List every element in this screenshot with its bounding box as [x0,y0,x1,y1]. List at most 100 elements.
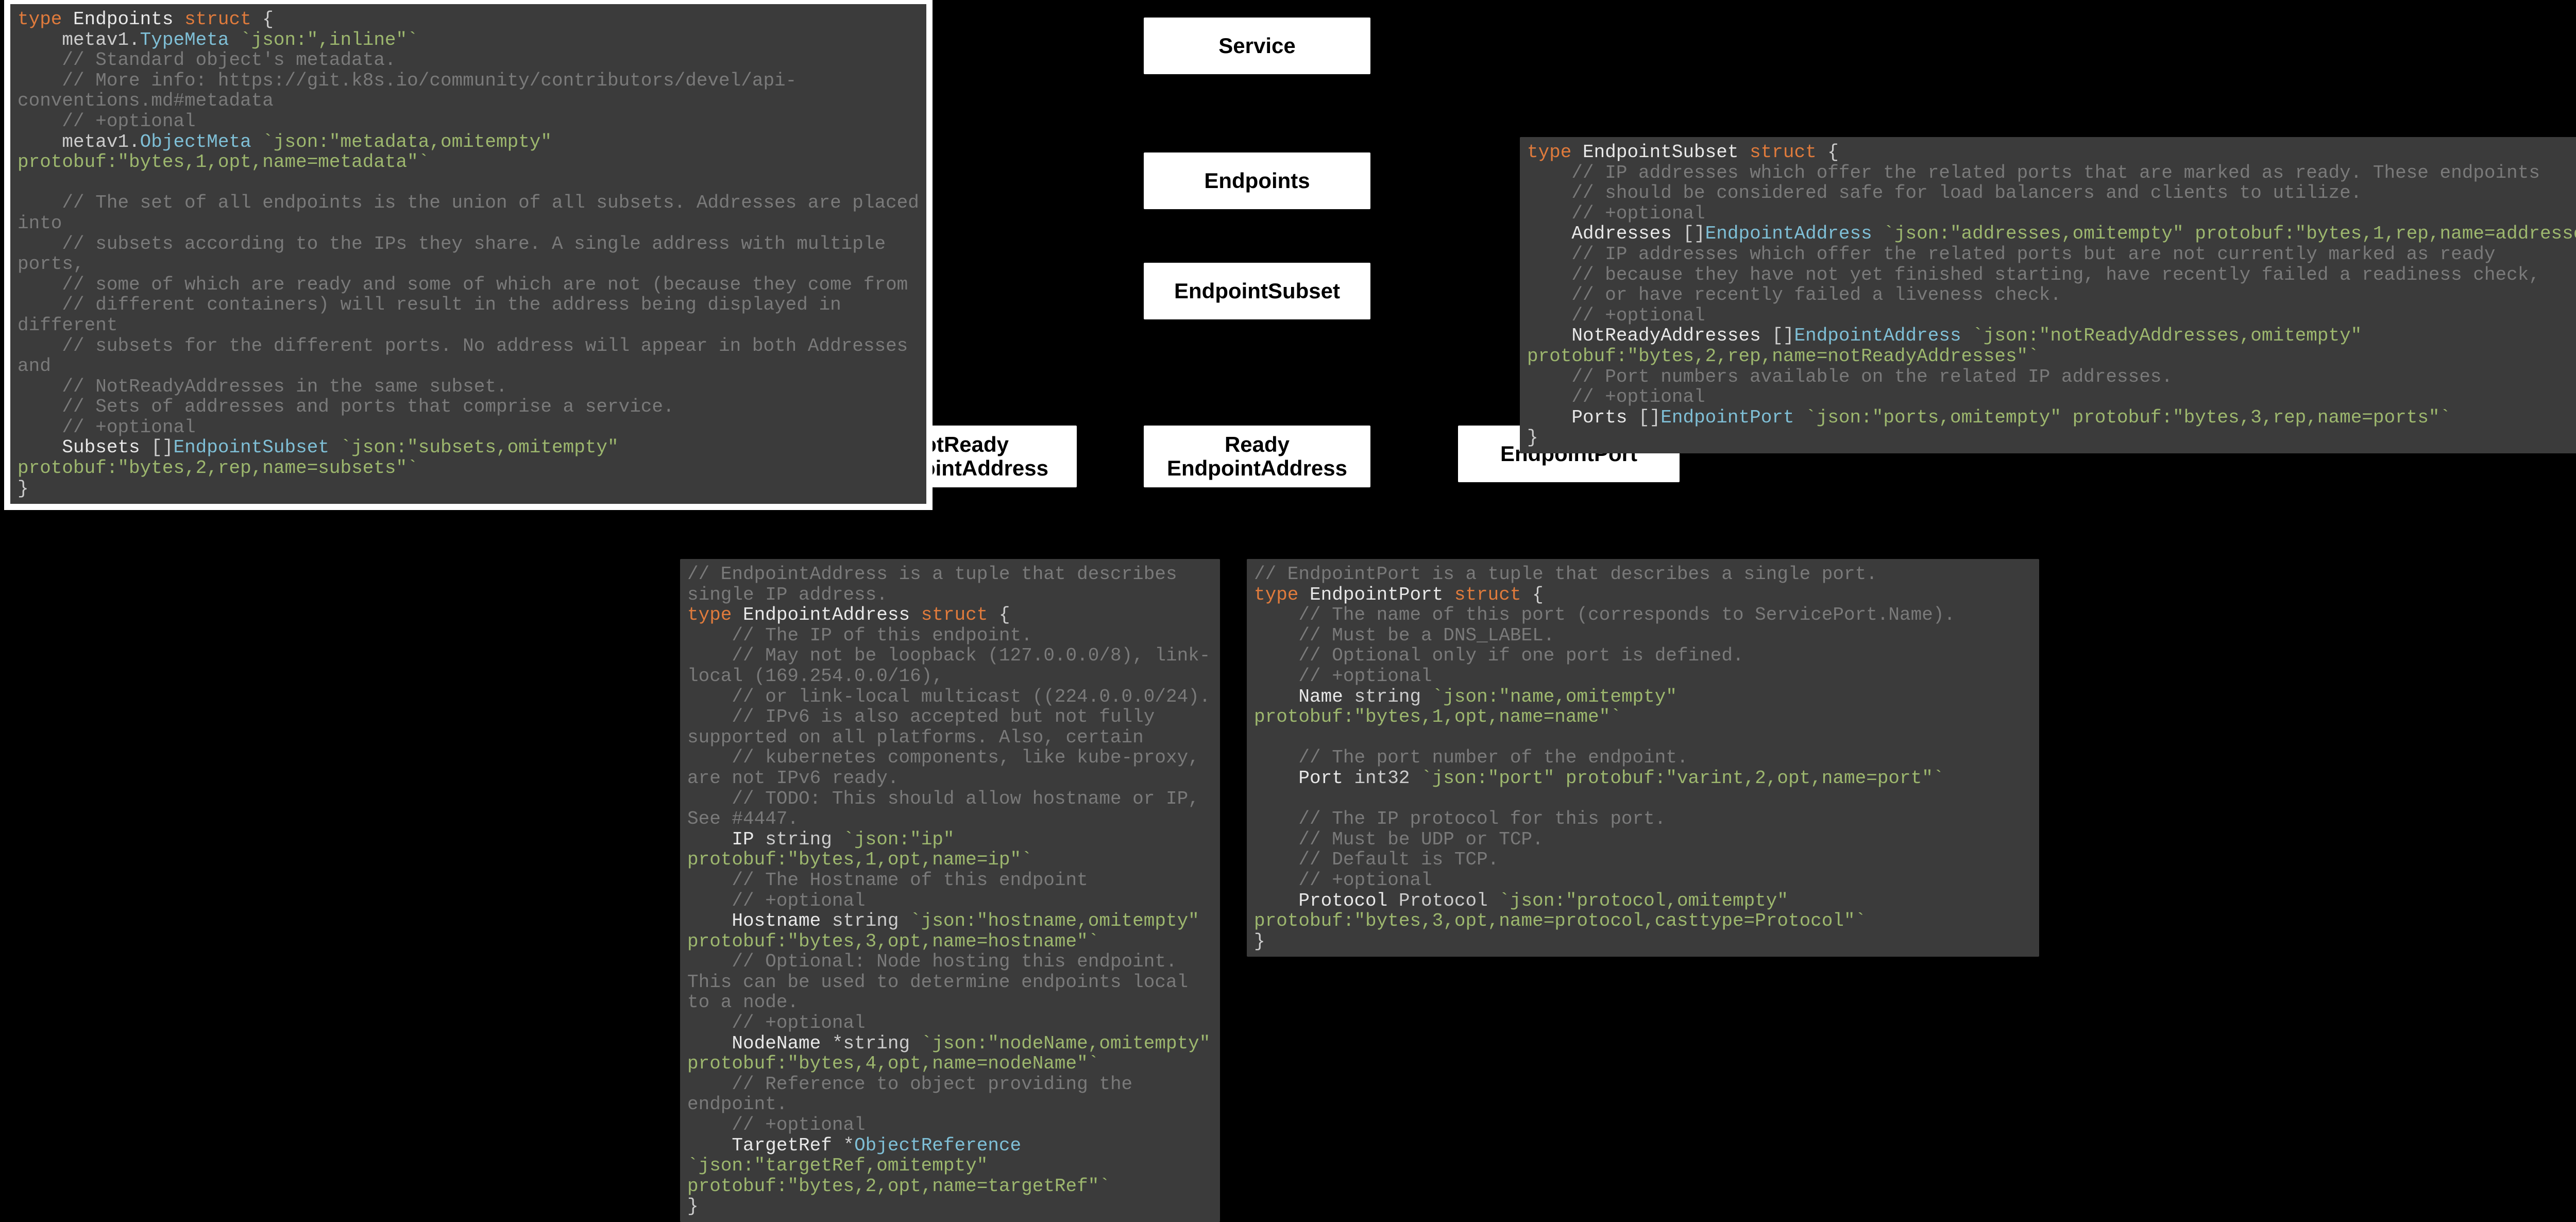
code-comment: // subsets for the different ports. No a… [18,335,919,377]
code-typename: EndpointSubset [1571,142,1750,163]
code-type: EndpointAddress [1794,325,1961,346]
code-text: [] [1627,407,1660,428]
code-comment: // +optional [1254,870,1432,891]
code-comment: // Sets of addresses and ports that comp… [18,396,674,417]
code-tag: `json:"addresses,omitempty" protobuf:"by… [1872,223,2576,244]
code-comment: // The IP protocol for this port. [1254,808,1666,829]
code-typename: EndpointAddress [732,604,921,625]
code-comment: // +optional [18,417,196,438]
code-type: EndpointPort [1660,407,1794,428]
code-text: } [687,1196,699,1217]
code-comment: // IPv6 is also accepted but not fully s… [687,706,1166,748]
code-comment: // +optional [1254,666,1432,687]
code-comment: // More info: https://git.k8s.io/communi… [18,70,796,112]
code-comment: // or have recently failed a liveness ch… [1527,284,2061,306]
code-panel-endpoints: type Endpoints struct { metav1.TypeMeta … [10,4,926,504]
code-keyword: struct [1750,142,1817,163]
label-endpoint-subset: EndpointSubset [1144,263,1370,319]
code-comment: // IP addresses which offer the related … [1527,244,2496,265]
code-keyword: type [18,9,62,30]
code-text: [] [140,437,174,458]
code-comment: // The Hostname of this endpoint [687,870,1088,891]
code-type: EndpointSubset [173,437,329,458]
code-comment: // Port numbers available on the related… [1527,366,2173,387]
code-comment: // Must be UDP or TCP. [1254,829,1544,850]
code-comment: // different containers) will result in … [18,294,852,336]
code-typename: Endpoints [62,9,184,30]
code-comment: // EndpointPort is a tuple that describe… [1254,564,1877,585]
code-comment: // or link-local multicast ((224.0.0.0/2… [687,686,1210,707]
code-field: Addresses [1527,223,1672,244]
code-comment: // The IP of this endpoint. [687,625,1032,646]
code-comment: // IP addresses which offer the related … [1527,162,2540,183]
code-field: Name [1254,686,1343,707]
code-keyword: type [687,604,732,625]
code-keyword: struct [184,9,251,30]
code-comment: // some of which are ready and some of w… [18,274,908,295]
label-service: Service [1144,18,1370,74]
code-comment: // May not be loopback (127.0.0.0/8), li… [687,645,1210,687]
label-endpoints: Endpoints [1144,152,1370,209]
code-text: metav1. [18,29,140,50]
code-type: ObjectMeta [140,131,251,152]
code-type: TypeMeta [140,29,229,50]
code-field: Hostname [687,910,821,931]
code-keyword: type [1527,142,1571,163]
code-field: Subsets [18,437,140,458]
code-text: { [988,604,1010,625]
code-field: Ports [1527,407,1627,428]
code-text: string [1343,686,1421,707]
code-text: string [821,910,899,931]
code-comment: // EndpointAddress is a tuple that descr… [687,564,1188,605]
code-text: Protocol [1387,890,1487,911]
code-text: [] [1761,325,1794,346]
code-text: { [1521,584,1544,605]
code-field: Port [1254,768,1343,789]
code-comment: // +optional [1527,305,1705,326]
code-field: NotReadyAddresses [1527,325,1761,346]
code-comment: // The name of this port (corresponds to… [1254,604,1955,625]
code-comment: // +optional [687,1012,866,1033]
code-comment: // TODO: This should allow hostname or I… [687,788,1210,830]
code-comment: // Default is TCP. [1254,849,1499,870]
code-text: } [1254,931,1265,952]
code-comment: // +optional [687,1114,866,1135]
code-text: { [251,9,274,30]
code-field: TargetRef [687,1135,832,1156]
code-comment: // +optional [1527,386,1705,408]
code-text: } [18,478,29,499]
code-comment: // Optional: Node hosting this endpoint.… [687,951,1199,1013]
code-text: *string [821,1033,910,1054]
code-comment: // should be considered safe for load ba… [1527,182,2362,203]
code-text: [] [1672,223,1705,244]
code-panel-endpoint-port: // EndpointPort is a tuple that describe… [1247,559,2039,957]
code-field: IP [687,829,754,850]
code-comment: // Must be a DNS_LABEL. [1254,625,1554,646]
code-comment: // kubernetes components, like kube-prox… [687,747,1210,789]
code-comment: // NotReadyAddresses in the same subset. [18,376,507,397]
code-tag: `json:"ports,omitempty" protobuf:"bytes,… [1794,407,2451,428]
diagram-canvas: Service Endpoints EndpointSubset NotRead… [0,0,2576,1172]
code-text: int32 [1343,768,1410,789]
code-keyword: type [1254,584,1298,605]
code-tag: `json:"port" protobuf:"varint,2,opt,name… [1410,768,1944,789]
code-tag: `json:",inline"` [229,29,418,50]
code-comment: // Optional only if one port is defined. [1254,645,1744,666]
code-text: { [1817,142,1839,163]
code-comment: // subsets according to the IPs they sha… [18,233,897,275]
code-keyword: struct [921,604,988,625]
code-keyword: struct [1454,584,1521,605]
code-comment: // Reference to object providing the end… [687,1074,1144,1115]
code-comment: // The set of all endpoints is the union… [18,192,930,234]
code-comment: // Standard object's metadata. [18,49,396,71]
label-ready-endpoint-address: Ready EndpointAddress [1144,426,1370,487]
code-comment: // The port number of the endpoint. [1254,747,1688,768]
code-typename: EndpointPort [1298,584,1454,605]
code-field: Protocol [1254,890,1387,911]
code-type: ObjectReference [854,1135,1021,1156]
code-text: metav1. [18,131,140,152]
code-text: * [832,1135,854,1156]
code-type: EndpointAddress [1705,223,1872,244]
code-comment: // +optional [18,111,196,132]
code-panel-endpoint-subset: type EndpointSubset struct { // IP addre… [1520,137,2576,453]
